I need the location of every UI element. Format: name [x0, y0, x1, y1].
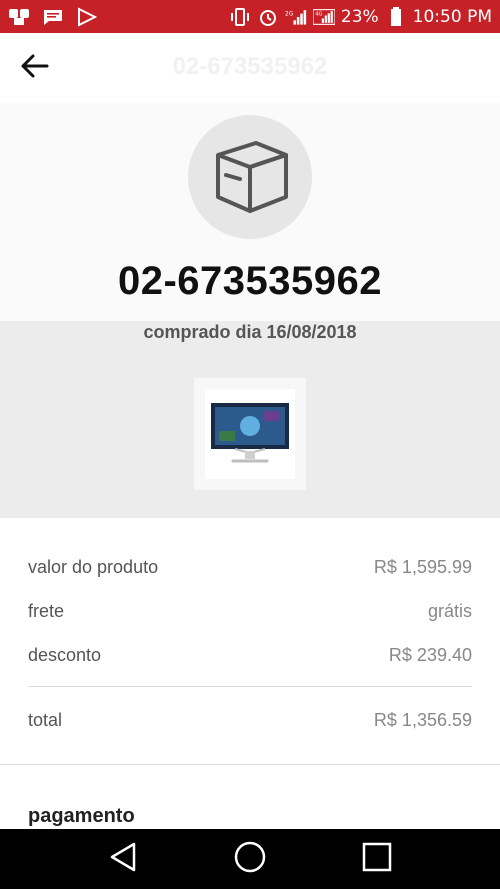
monitor-image: [205, 389, 295, 479]
summary-label: valor do produto: [28, 557, 159, 577]
summary-row-discount: desconto R$ 239.40: [28, 645, 472, 666]
nav-recents-button[interactable]: [357, 839, 397, 879]
voicemail-icon: [8, 7, 30, 27]
signal-2g-icon: 2G: [285, 7, 307, 27]
nav-back-button[interactable]: [103, 839, 143, 879]
notification-icons: [8, 6, 98, 27]
recents-square-icon: [362, 842, 392, 877]
summary-row-shipping: frete grátis: [28, 601, 472, 622]
summary-label: frete: [28, 601, 65, 621]
back-triangle-icon: [108, 841, 138, 878]
summary-row-product: valor do produto R$ 1,595.99: [28, 557, 472, 578]
summary-value: grátis: [427, 601, 472, 621]
alarm-icon: [257, 7, 279, 27]
vibrate-icon: [229, 7, 251, 27]
total-value: R$ 1,356.59: [373, 710, 472, 730]
summary-value: R$ 1,595.99: [373, 557, 472, 577]
status-bar: 2G 4G 23% 10:50 PM: [0, 0, 500, 33]
signal-4g-icon: 4G: [312, 7, 335, 27]
product-thumbnail[interactable]: [194, 378, 306, 490]
box-icon: [208, 133, 292, 222]
svg-text:2G: 2G: [285, 11, 294, 17]
home-circle-icon: [233, 840, 267, 879]
app-header: 02-673535962: [0, 33, 500, 103]
order-number: 02-673535962: [117, 259, 383, 303]
system-nav-bar: [0, 829, 500, 889]
header-title: 02-673535962: [172, 53, 328, 80]
message-icon: [42, 7, 64, 27]
purchase-date: comprado dia 16/08/2018: [143, 322, 357, 342]
summary-row-total: total R$ 1,356.59: [28, 710, 472, 731]
total-label: total: [28, 710, 63, 730]
summary-value: R$ 239.40: [388, 645, 472, 665]
nav-home-button[interactable]: [230, 839, 270, 879]
battery-percent: 23%: [340, 6, 379, 27]
play-store-icon: [76, 6, 98, 27]
payment-section-title: pagamento: [28, 805, 135, 827]
battery-icon: [385, 6, 407, 27]
section-divider: [0, 764, 500, 765]
summary-divider: [28, 686, 472, 687]
order-avatar: [188, 115, 312, 239]
system-indicators: 2G 4G 23% 10:50 PM: [229, 6, 492, 27]
summary-label: desconto: [28, 645, 102, 665]
svg-text:4G: 4G: [315, 11, 322, 17]
clock: 10:50 PM: [412, 6, 492, 27]
order-hero: 02-673535962: [0, 103, 500, 321]
